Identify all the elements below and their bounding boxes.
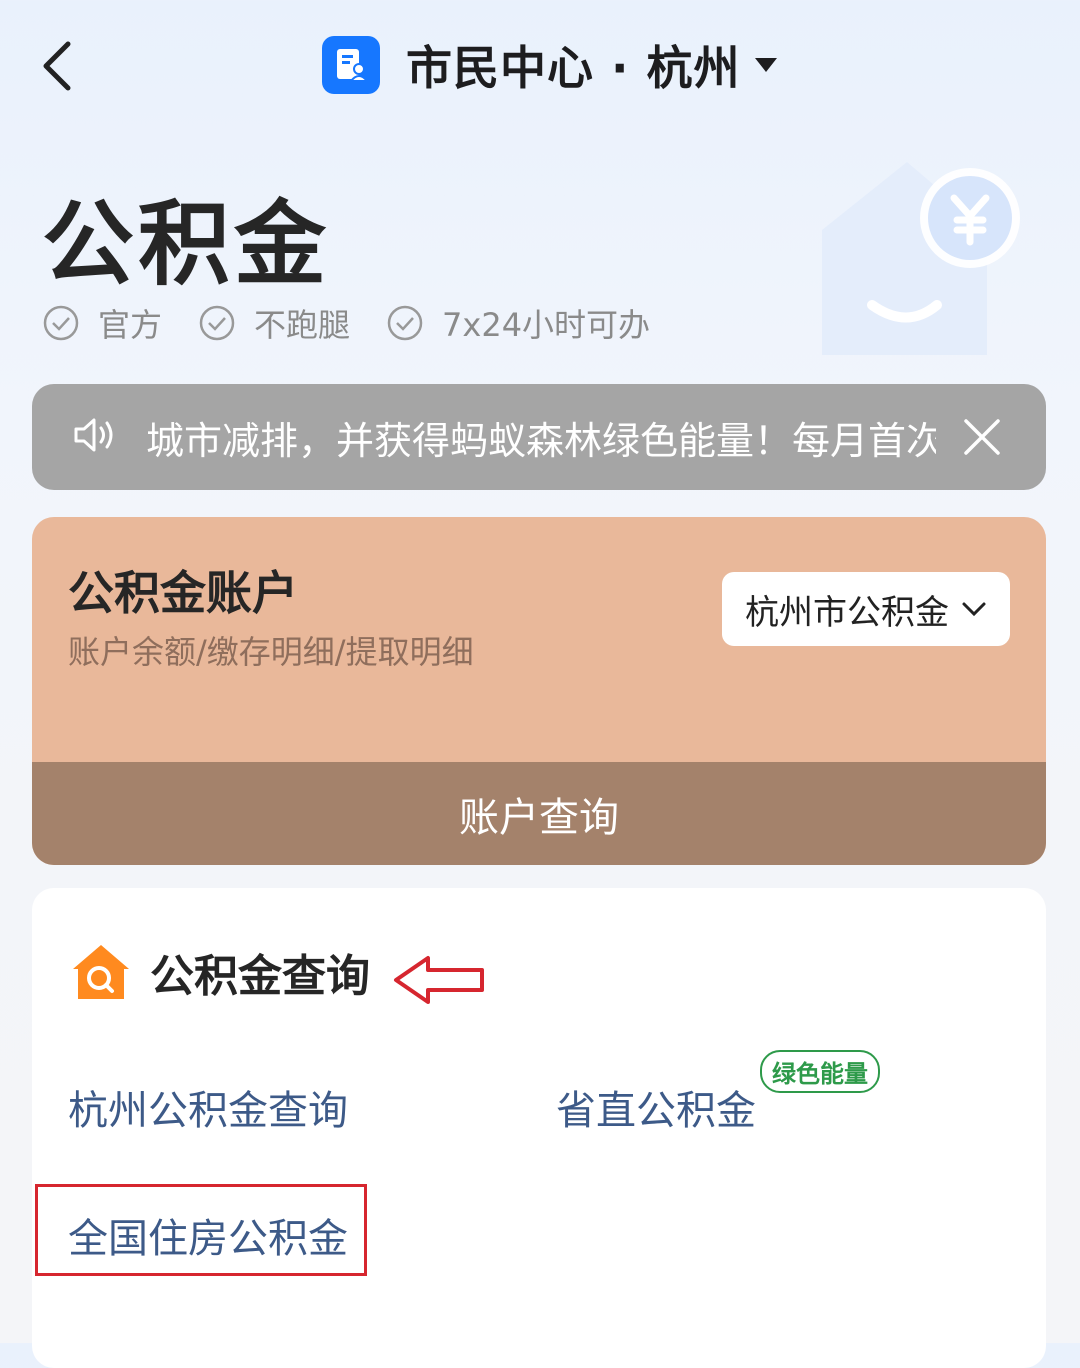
green-energy-badge: 绿色能量 <box>760 1050 880 1093</box>
hangzhou-fund-query-link[interactable]: 杭州公积金查询 <box>68 1078 348 1136</box>
tag-label: 7x24小时可办 <box>442 306 651 344</box>
city-switcher[interactable]: 市民中心 · 杭州 <box>322 30 777 100</box>
page-title: 市民中心 · 杭州 <box>406 41 741 95</box>
fund-city-label: 杭州市公积金 <box>745 592 949 633</box>
check-circle-icon <box>387 305 423 341</box>
feature-tags: 官方 不跑腿 7x24小时可办 <box>42 300 686 346</box>
account-card: 公积金账户 账户余额/缴存明细/提取明细 杭州市公积金 账户查询 <box>32 517 1046 865</box>
red-arrow-annotation <box>394 956 484 1004</box>
fund-query-header: 公积金查询 <box>70 940 370 1004</box>
fund-query-title: 公积金查询 <box>150 951 370 1002</box>
house-search-icon <box>73 945 129 999</box>
provincial-fund-link[interactable]: 省直公积金 <box>556 1078 756 1136</box>
tag-label: 官方 <box>98 306 163 344</box>
red-highlight-box <box>35 1184 367 1276</box>
tag-official: 官方 <box>42 300 162 346</box>
fund-query-card: 公积金查询 杭州公积金查询 省直公积金 绿色能量 全国住房公积金 <box>32 888 1046 1368</box>
tag-label: 不跑腿 <box>254 306 351 344</box>
notice-text: 城市减排，并获得蚂蚁森林绿色能量！每月首次 <box>146 418 936 463</box>
fund-city-selector[interactable]: 杭州市公积金 <box>722 572 1010 646</box>
check-circle-icon <box>199 305 235 341</box>
dropdown-caret-icon <box>754 58 777 72</box>
back-icon[interactable] <box>36 38 86 94</box>
notice-bar[interactable]: 城市减排，并获得蚂蚁森林绿色能量！每月首次 <box>32 384 1046 490</box>
citizen-center-icon <box>322 36 380 94</box>
tag-24h: 7x24小时可办 <box>386 300 650 346</box>
chevron-down-icon <box>962 602 986 617</box>
hero-title: 公积金 <box>42 191 331 298</box>
house-yen-illustration <box>812 150 1022 364</box>
tag-no-trip: 不跑腿 <box>198 300 350 346</box>
speaker-icon <box>72 415 118 459</box>
account-title: 公积金账户 <box>68 566 298 620</box>
account-subtitle: 账户余额/缴存明细/提取明细 <box>68 633 474 671</box>
account-query-button[interactable]: 账户查询 <box>32 762 1046 865</box>
check-circle-icon <box>43 305 79 341</box>
close-icon[interactable] <box>962 417 1002 461</box>
